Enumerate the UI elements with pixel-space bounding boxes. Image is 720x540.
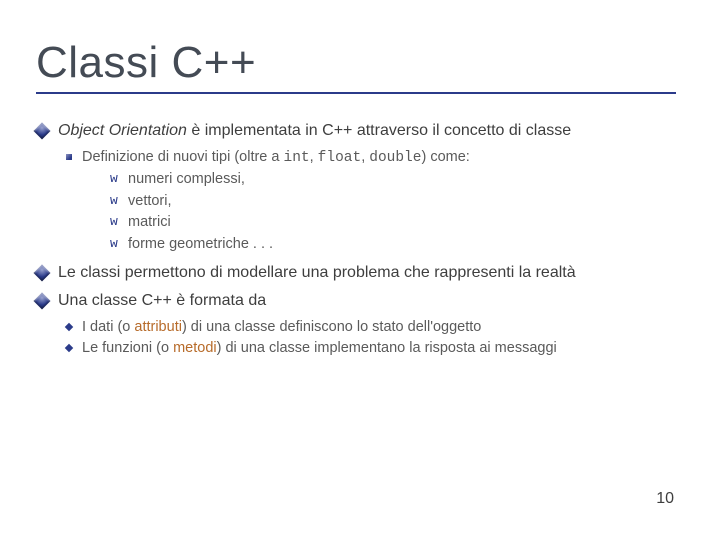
- bullet-l1: Le classi permettono di modellare una pr…: [36, 262, 684, 284]
- diamond-icon: [34, 123, 51, 140]
- bullet-l2: Le funzioni (o metodi) di una classe imp…: [66, 339, 684, 359]
- code: float: [318, 150, 362, 166]
- bullet-l3: w vettori,: [110, 192, 684, 212]
- bullet-l3: w forme geometriche . . .: [110, 235, 684, 255]
- square-icon: [66, 154, 72, 160]
- text: I dati (o: [82, 319, 134, 335]
- code: double: [369, 150, 421, 166]
- text: vettori,: [128, 192, 172, 212]
- highlight: metodi: [173, 340, 217, 356]
- bullet-text: Le classi permettono di modellare una pr…: [58, 262, 684, 284]
- page-number: 10: [656, 490, 674, 508]
- w-icon: w: [110, 170, 122, 188]
- slide-title: Classi C++: [36, 38, 676, 94]
- diamond-small-icon: [65, 344, 73, 352]
- bullet-l3: w numeri complessi,: [110, 170, 684, 190]
- bullet-text: Le funzioni (o metodi) di una classe imp…: [82, 339, 684, 359]
- code: int: [284, 150, 310, 166]
- text: Definizione di nuovi tipi (oltre a: [82, 149, 284, 165]
- w-icon: w: [110, 213, 122, 231]
- italic-term: Object Orientation: [58, 122, 187, 139]
- diamond-icon: [34, 293, 51, 310]
- bullet-l1: Object Orientation è implementata in C++…: [36, 120, 684, 142]
- bullet-l3: w matrici: [110, 213, 684, 233]
- w-icon: w: [110, 235, 122, 253]
- diamond-icon: [34, 265, 51, 282]
- slide-content: Object Orientation è implementata in C++…: [36, 120, 684, 359]
- text: matrici: [128, 213, 171, 233]
- text: ) di una classe definiscono lo stato del…: [182, 319, 481, 335]
- text: ,: [310, 149, 318, 165]
- bullet-l1: Una classe C++ è formata da: [36, 290, 684, 312]
- text: forme geometriche . . .: [128, 235, 273, 255]
- bullet-l2: Definizione di nuovi tipi (oltre a int, …: [66, 148, 684, 257]
- bullet-text: Una classe C++ è formata da: [58, 290, 684, 312]
- highlight: attributi: [134, 319, 182, 335]
- text: Le funzioni (o: [82, 340, 173, 356]
- text: ) come:: [421, 149, 469, 165]
- diamond-small-icon: [65, 322, 73, 330]
- bullet-text: Object Orientation è implementata in C++…: [58, 120, 684, 142]
- text: numeri complessi,: [128, 170, 245, 190]
- text: è implementata in C++ attraverso il conc…: [187, 122, 571, 139]
- text: ) di una classe implementano la risposta…: [217, 340, 557, 356]
- slide: Classi C++ Object Orientation è implemen…: [0, 0, 720, 540]
- bullet-l2: I dati (o attributi) di una classe defin…: [66, 318, 684, 338]
- bullet-text: I dati (o attributi) di una classe defin…: [82, 318, 684, 338]
- bullet-text: Definizione di nuovi tipi (oltre a int, …: [82, 148, 684, 257]
- w-icon: w: [110, 192, 122, 210]
